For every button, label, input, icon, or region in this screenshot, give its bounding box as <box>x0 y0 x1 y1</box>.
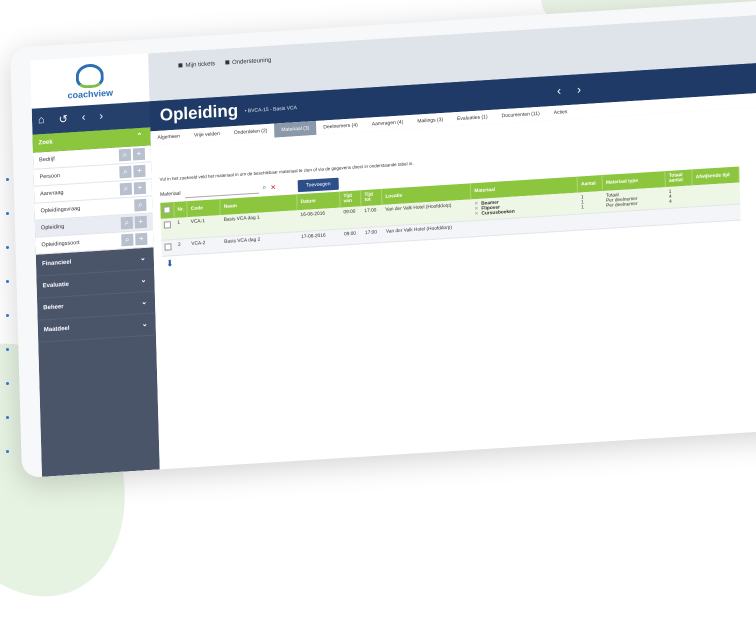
chevron-down-icon: ⌄ <box>141 298 148 307</box>
history-icon[interactable]: ↺ <box>58 113 68 127</box>
app-window: coachview Mijn tickets Ondersteuning ⌂ ↺… <box>10 0 756 479</box>
back-icon[interactable]: ‹ <box>82 111 86 124</box>
cell-nr: 1 <box>174 217 189 240</box>
chevron-down-icon: ⌄ <box>140 276 147 285</box>
cell-afwijkend <box>693 203 741 223</box>
cell-datum: 16-06-2016 <box>297 207 341 232</box>
column-header[interactable]: Nr. <box>173 201 188 219</box>
ticket-icon <box>178 63 183 68</box>
chevron-up-icon: ⌃ <box>136 132 143 141</box>
logo[interactable]: coachview <box>30 53 150 109</box>
search-icon[interactable]: ⌕ <box>118 148 132 162</box>
cell-type <box>603 208 667 229</box>
clear-icon[interactable]: ✕ <box>270 184 276 192</box>
my-tickets-link[interactable]: Mijn tickets <box>178 61 215 69</box>
cell-aantal <box>578 212 604 231</box>
row-checkbox[interactable] <box>163 221 172 229</box>
search-icon[interactable]: ⌕ <box>262 184 266 192</box>
column-header[interactable]: Tijd tot <box>360 188 383 207</box>
search-label: Materiaal <box>159 190 181 198</box>
main-content: Vul in het zoekveld veld het materiaal i… <box>150 97 756 470</box>
add-icon[interactable]: + <box>133 164 146 178</box>
prev-record-button[interactable]: ‹ <box>557 83 561 97</box>
search-icon[interactable]: ⌕ <box>121 233 134 247</box>
download-icon[interactable]: ⬇ <box>166 258 174 269</box>
cell-aantal: 1 1 1 <box>577 191 604 215</box>
logo-icon <box>75 62 105 89</box>
add-icon[interactable]: + <box>134 215 147 229</box>
cell-nr: 2 <box>174 238 189 256</box>
decorative-dots <box>4 170 14 470</box>
add-icon[interactable]: + <box>135 232 148 246</box>
column-header[interactable]: Totaal aantal <box>665 169 693 188</box>
materials-table: Nr. Code Naam Datum Tijd van Tijd tot Lo… <box>160 166 741 257</box>
cell-tijd-tot: 17:00 <box>361 204 383 228</box>
support-icon <box>224 60 230 65</box>
chevron-down-icon: ⌄ <box>141 320 148 329</box>
support-link[interactable]: Ondersteuning <box>224 58 271 67</box>
column-header[interactable]: Tijd van <box>339 190 362 208</box>
sidebar: Zoek ⌃ Bedrijf ⌕ + Persoon ⌕ + Aanvraag ⌕ + … <box>32 127 160 477</box>
breadcrumb: • BVCA-15 - Basis VCA <box>244 105 298 115</box>
search-icon[interactable]: ⌕ <box>119 182 133 196</box>
forward-icon[interactable]: › <box>99 110 103 123</box>
logo-text: coachview <box>67 87 114 100</box>
cell-totaal <box>666 206 694 225</box>
row-checkbox[interactable] <box>164 243 172 251</box>
cell-tijd-van: 09:00 <box>340 227 363 246</box>
home-icon[interactable]: ⌂ <box>38 114 45 127</box>
info-text: Vul in het zoekveld veld het materiaal i… <box>159 160 414 182</box>
select-all-checkbox[interactable] <box>160 202 175 219</box>
add-icon[interactable]: + <box>133 181 147 195</box>
cell-tijd-tot: 17:00 <box>361 226 384 244</box>
column-header[interactable]: Aantal <box>577 175 603 193</box>
cell-code: VCA-2 <box>188 236 222 255</box>
next-record-button[interactable]: › <box>577 82 581 96</box>
search-icon[interactable]: ⌕ <box>119 165 132 179</box>
page-title: Opleiding <box>159 100 239 125</box>
add-icon[interactable]: + <box>132 147 146 161</box>
materiaal-search-input[interactable] <box>184 184 259 198</box>
cell-naam: Basis VCA dag 2 <box>221 231 299 253</box>
search-icon[interactable]: ⌕ <box>134 198 147 212</box>
add-button[interactable]: Toevoegen <box>298 177 339 193</box>
cell-tijd-van: 09:00 <box>340 206 362 230</box>
cell-datum: 17-06-2016 <box>297 229 342 248</box>
cell-code: VCA-1 <box>187 215 222 239</box>
remove-icon[interactable]: ✕ <box>474 212 478 217</box>
search-icon[interactable]: ⌕ <box>120 216 134 230</box>
cell-totaal: 1 4 4 <box>665 185 694 209</box>
cell-afwijkend <box>692 182 741 207</box>
chevron-down-icon: ⌄ <box>139 254 146 263</box>
